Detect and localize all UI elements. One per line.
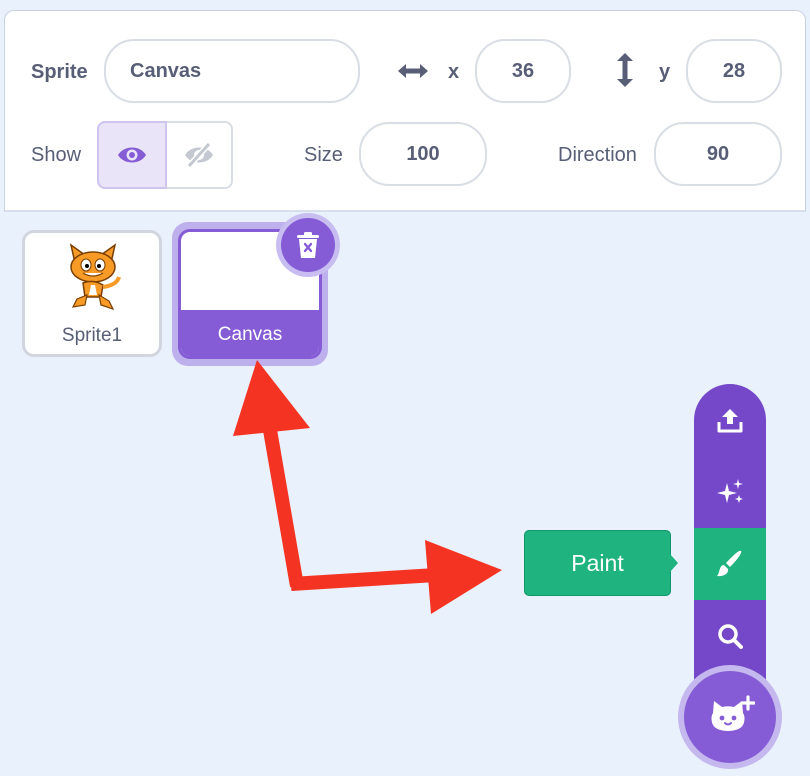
paint-sprite-button[interactable] xyxy=(694,528,766,600)
cat-plus-icon xyxy=(711,695,755,731)
surprise-sprite-button[interactable] xyxy=(694,456,766,528)
choose-sprite-button[interactable] xyxy=(684,671,776,763)
right-arrow-head-icon xyxy=(425,540,502,614)
surprise-icon xyxy=(717,479,743,503)
search-sprite-button[interactable] xyxy=(694,600,766,672)
paint-icon xyxy=(717,550,742,577)
search-icon xyxy=(718,624,743,649)
annotation-arrows xyxy=(233,360,502,614)
paint-tooltip: Paint xyxy=(524,530,671,596)
upload-icon xyxy=(717,409,743,433)
upload-sprite-button[interactable] xyxy=(694,384,766,456)
tooltip-caret xyxy=(670,554,678,572)
up-arrow-head-icon xyxy=(233,360,310,436)
